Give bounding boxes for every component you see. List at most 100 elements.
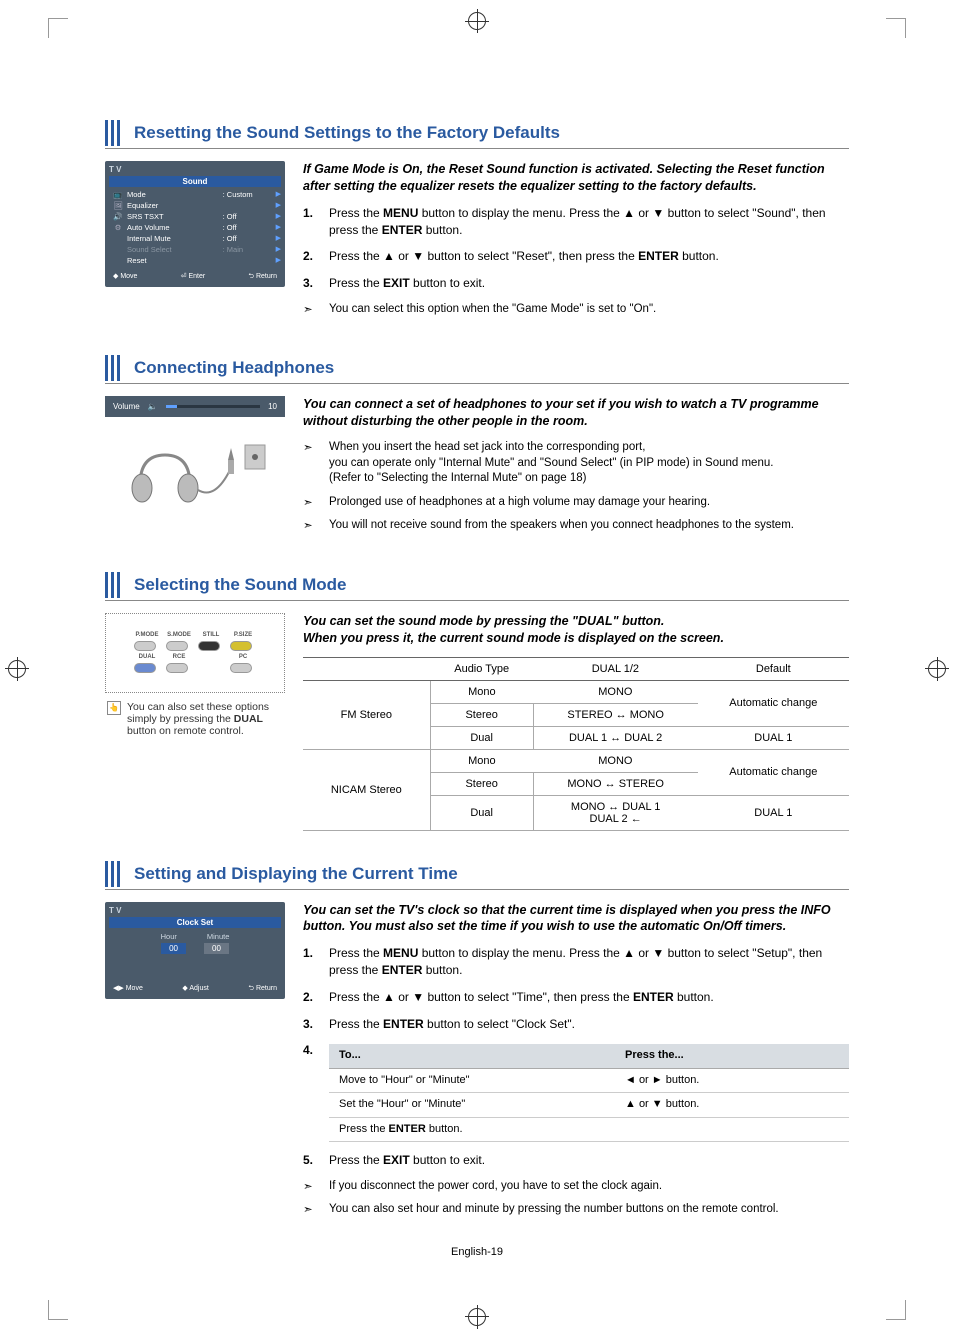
remote-buttons-illustration: P.MODE S.MODE STILL P.SIZE DUAL RCE PC — [105, 613, 285, 693]
step-text: Press the MENU button to display the men… — [329, 945, 849, 979]
headphone-jack-illustration — [105, 425, 285, 515]
section-title: Resetting the Sound Settings to the Fact… — [134, 123, 560, 143]
note-arrow-icon: ➣ — [303, 440, 317, 487]
osd-value: 00 — [161, 943, 186, 954]
remote-button — [166, 663, 188, 673]
step-number: 5. — [303, 1152, 317, 1169]
tip-box: 👆 You can also set these options simply … — [105, 701, 285, 737]
osd-label: Minute — [207, 932, 230, 941]
table-cell: NICAM Stereo — [303, 749, 430, 830]
sound-mode-table: Audio Type DUAL 1/2 Default FM Stereo Mo… — [303, 657, 849, 831]
step-text: Press the ▲ or ▼ button to select "Reset… — [329, 248, 849, 265]
table-cell: Stereo — [430, 703, 533, 726]
osd-clock-menu: T V Clock Set Hour Minute 00 00 ◀▶ Move … — [105, 902, 285, 999]
note-arrow-icon: ➣ — [303, 495, 317, 511]
heading-bars-icon — [105, 355, 120, 381]
heading-bars-icon — [105, 861, 120, 887]
table-cell: MONO — [533, 749, 697, 772]
step-text: Press the ▲ or ▼ button to select "Time"… — [329, 989, 849, 1006]
step-number: 3. — [303, 275, 317, 292]
section-heading-time: Setting and Displaying the Current Time — [105, 861, 849, 890]
section-heading-headphones: Connecting Headphones — [105, 355, 849, 384]
note-text: You can also set hour and minute by pres… — [329, 1202, 849, 1218]
table-cell: Stereo — [430, 772, 533, 795]
table-cell: FM Stereo — [303, 680, 430, 749]
step-text: To...Press the... Move to "Hour" or "Min… — [329, 1042, 849, 1142]
step-number: 1. — [303, 945, 317, 979]
osd-row: Internal Mute: Off▶ — [109, 233, 281, 244]
remote-button — [166, 641, 188, 651]
section-title: Setting and Displaying the Current Time — [134, 864, 458, 884]
table-cell: STEREO ↔ MONO — [533, 703, 697, 726]
intro-text: You can set the sound mode by pressing t… — [303, 613, 849, 647]
table-header: DUAL 1/2 — [533, 657, 697, 680]
section-heading-reset: Resetting the Sound Settings to the Fact… — [105, 120, 849, 149]
crop-mark — [886, 18, 906, 38]
note-text: When you insert the head set jack into t… — [329, 440, 849, 487]
table-header: Audio Type — [430, 657, 533, 680]
section-heading-soundmode: Selecting the Sound Mode — [105, 572, 849, 601]
osd-row: Reset▶ — [109, 255, 281, 266]
osd-foot-move: ◀▶ Move — [113, 984, 143, 995]
osd-label: Hour — [161, 932, 177, 941]
table-cell: Press the ENTER button. — [329, 1117, 849, 1141]
table-cell: Dual — [430, 726, 533, 749]
page-number: English-19 — [105, 1246, 849, 1258]
osd-row: ⚙Auto Volume: Off▶ — [109, 222, 281, 233]
registration-mark — [8, 660, 26, 678]
table-header: Default — [698, 657, 849, 680]
step-text: Press the ENTER button to select "Clock … — [329, 1016, 849, 1033]
table-cell: MONO ↔ DUAL 1 DUAL 2 ← — [533, 795, 697, 830]
speaker-icon: 🔈 — [148, 402, 158, 411]
note-text: You will not receive sound from the spea… — [329, 518, 849, 534]
heading-bars-icon — [105, 572, 120, 598]
step-number: 2. — [303, 989, 317, 1006]
intro-text: If Game Mode is On, the Reset Sound func… — [303, 161, 849, 195]
time-instruction-table: To...Press the... Move to "Hour" or "Min… — [329, 1044, 849, 1142]
registration-mark — [468, 1308, 486, 1326]
remote-button — [230, 663, 252, 673]
osd-foot-move: ◆ Move — [113, 272, 137, 283]
step-number: 4. — [303, 1042, 317, 1142]
step-text: Press the EXIT button to exit. — [329, 275, 849, 292]
registration-mark — [468, 12, 486, 30]
table-header: To... — [329, 1044, 615, 1068]
step-text: Press the MENU button to display the men… — [329, 205, 849, 239]
table-cell: Automatic change — [698, 680, 849, 726]
table-header: Press the... — [615, 1044, 849, 1068]
table-cell: Move to "Hour" or "Minute" — [329, 1068, 615, 1092]
note-arrow-icon: ➣ — [303, 1202, 317, 1218]
osd-volume-bar: Volume 🔈 10 — [105, 396, 285, 417]
section-title: Connecting Headphones — [134, 358, 334, 378]
volume-track — [166, 405, 260, 408]
step-text: Press the EXIT button to exit. — [329, 1152, 849, 1169]
note-arrow-icon: ➣ — [303, 518, 317, 534]
remote-button — [230, 641, 252, 651]
table-cell: DUAL 1 — [698, 795, 849, 830]
table-cell: ▲ or ▼ button. — [615, 1093, 849, 1117]
osd-foot-enter: ⏎ Enter — [181, 272, 206, 283]
table-cell: Automatic change — [698, 749, 849, 795]
note-text: You can select this option when the "Gam… — [329, 302, 849, 318]
remote-dual-button — [134, 663, 156, 673]
osd-foot-adjust: ◆ Adjust — [182, 984, 208, 995]
section-title: Selecting the Sound Mode — [134, 575, 347, 595]
step-number: 2. — [303, 248, 317, 265]
osd-foot-return: ⮌ Return — [248, 984, 277, 995]
tip-icon: 👆 — [107, 701, 121, 715]
remote-button — [198, 641, 220, 651]
osd-row: Sound Select: Main▶ — [109, 244, 281, 255]
osd-row: 📺Mode: Custom▶ — [109, 189, 281, 200]
crop-mark — [48, 18, 68, 38]
osd-row: 🔊SRS TSXT: Off▶ — [109, 211, 281, 222]
remote-button — [134, 641, 156, 651]
table-cell: ◄ or ► button. — [615, 1068, 849, 1092]
step-number: 1. — [303, 205, 317, 239]
table-cell: MONO — [533, 680, 697, 703]
osd-foot-return: ⮌ Return — [248, 272, 277, 283]
osd-value: 00 — [204, 943, 229, 954]
table-cell: MONO ↔ STEREO — [533, 772, 697, 795]
osd-sound-menu: T V Sound 📺Mode: Custom▶🖼Equalizer▶🔊SRS … — [105, 161, 285, 287]
table-cell: Mono — [430, 749, 533, 772]
note-text: If you disconnect the power cord, you ha… — [329, 1179, 849, 1195]
